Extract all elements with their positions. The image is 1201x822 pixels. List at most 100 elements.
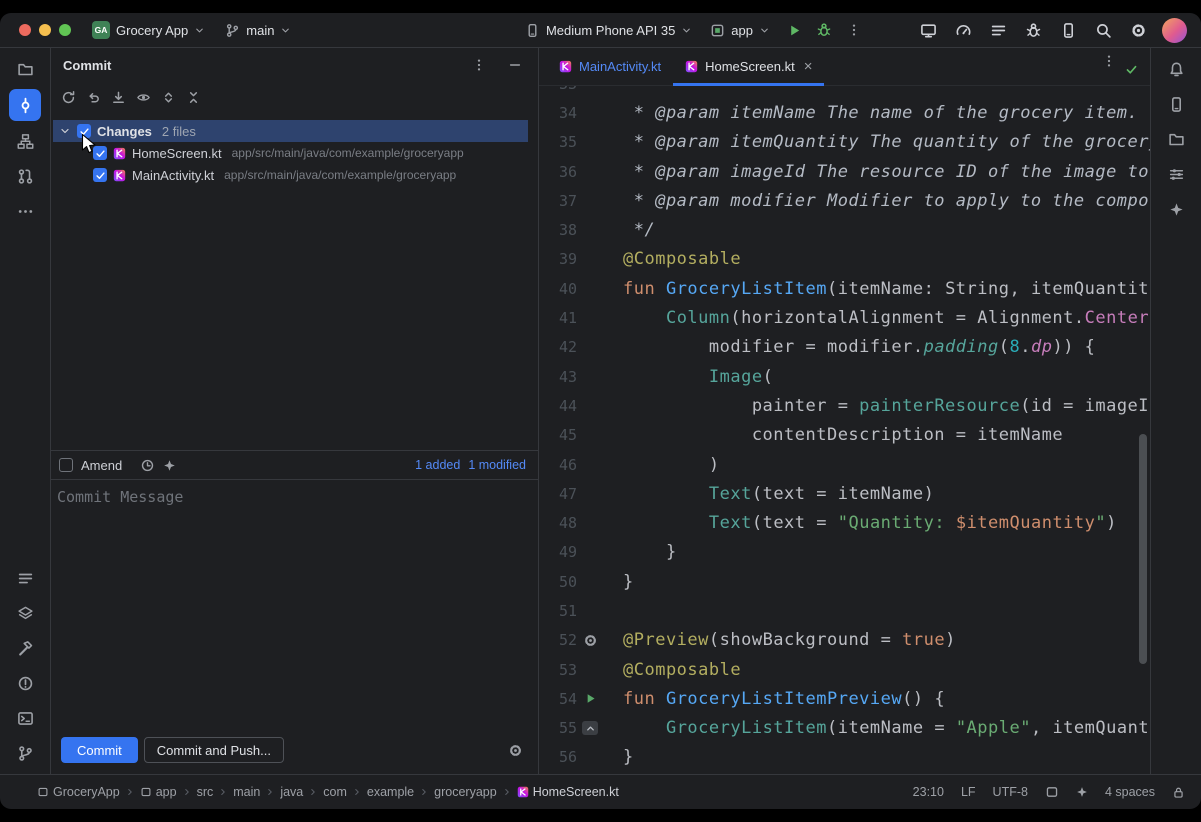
code-line[interactable]: 47 Text(text = itemName) [539, 479, 1150, 508]
code-line[interactable]: 43 Image( [539, 362, 1150, 391]
code-line[interactable]: 42 modifier = modifier.padding(8.dp)) { [539, 333, 1150, 362]
structure-tool-icon[interactable] [10, 126, 40, 156]
breadcrumb-item[interactable]: groceryapp [434, 785, 497, 799]
changes-checkbox[interactable] [77, 124, 91, 138]
monitor-icon[interactable] [1045, 785, 1059, 799]
commit-message-input[interactable] [55, 486, 538, 730]
resource-manager-tool-icon[interactable] [10, 598, 40, 628]
code-line[interactable]: 39@Composable [539, 245, 1150, 274]
run-configuration-selector[interactable]: app [705, 20, 775, 41]
code-line[interactable]: 51 [539, 596, 1150, 625]
code-line[interactable]: 48 Text(text = "Quantity: $itemQuantity"… [539, 508, 1150, 537]
line-separator[interactable]: LF [961, 785, 976, 799]
terminal-tool-icon[interactable] [10, 703, 40, 733]
commit-options-icon[interactable] [468, 54, 490, 76]
file-checkbox[interactable] [93, 146, 107, 160]
run-preview-icon[interactable] [584, 692, 597, 705]
editor-scrollbar[interactable] [1139, 434, 1147, 664]
tab-mainactivity[interactable]: MainActivity.kt [547, 48, 673, 85]
running-devices-icon[interactable] [917, 19, 939, 41]
more-tool-windows-icon[interactable] [10, 196, 40, 226]
device-explorer-tool-icon[interactable] [1161, 124, 1191, 154]
shelve-icon[interactable] [107, 86, 129, 108]
build-variants-tool-icon[interactable] [1161, 159, 1191, 189]
code-line[interactable]: 35 * @param itemQuantity The quantity of… [539, 128, 1150, 157]
rollback-icon[interactable] [82, 86, 104, 108]
indent-setting[interactable]: 4 spaces [1105, 785, 1155, 799]
code-line[interactable]: 37 * @param modifier Modifier to apply t… [539, 186, 1150, 215]
close-window-button[interactable] [19, 24, 31, 36]
code-editor[interactable]: 33 *34 * @param itemName The name of the… [539, 86, 1150, 774]
breadcrumb-item[interactable]: src [197, 785, 214, 799]
code-line[interactable]: 49 } [539, 538, 1150, 567]
logcat-tool-icon[interactable] [10, 563, 40, 593]
chevron-up-icon[interactable] [582, 721, 598, 735]
close-icon[interactable]: × [804, 59, 813, 74]
amend-checkbox[interactable] [59, 458, 73, 472]
code-line[interactable]: 44 painter = painterResource(id = imageI… [539, 391, 1150, 420]
code-line[interactable]: 54fun GroceryListItemPreview() { [539, 684, 1150, 713]
minimize-window-button[interactable] [39, 24, 51, 36]
code-line[interactable]: 38 */ [539, 215, 1150, 244]
file-row-homescreen[interactable]: HomeScreen.kt app/src/main/java/com/exam… [51, 142, 538, 164]
file-row-mainactivity[interactable]: MainActivity.kt app/src/main/java/com/ex… [51, 164, 538, 186]
breadcrumb-item[interactable]: GroceryApp [37, 785, 120, 799]
code-line[interactable]: 36 * @param imageId The resource ID of t… [539, 157, 1150, 186]
logcat-icon[interactable] [987, 19, 1009, 41]
code-line[interactable]: 57 [539, 772, 1150, 774]
notifications-icon[interactable] [1161, 54, 1191, 84]
code-line[interactable]: 33 * [539, 86, 1150, 98]
refresh-icon[interactable] [57, 86, 79, 108]
commit-tool-icon[interactable] [9, 89, 41, 121]
search-icon[interactable] [1092, 19, 1114, 41]
breadcrumb-item[interactable]: example [367, 785, 414, 799]
hide-tool-window-icon[interactable] [504, 54, 526, 76]
pull-requests-tool-icon[interactable] [10, 161, 40, 191]
device-selector[interactable]: Medium Phone API 35 [520, 20, 697, 41]
breadcrumb-item[interactable]: app [140, 785, 177, 799]
code-line[interactable]: 52@Preview(showBackground = true) [539, 626, 1150, 655]
project-tool-icon[interactable] [10, 54, 40, 84]
cursor-position[interactable]: 23:10 [913, 785, 944, 799]
run-button[interactable] [783, 19, 805, 41]
more-actions-icon[interactable] [843, 19, 865, 41]
modified-summary[interactable]: 1 modified [468, 458, 526, 472]
chevron-down-icon[interactable] [59, 125, 71, 137]
code-line[interactable]: 50} [539, 567, 1150, 596]
collapse-all-icon[interactable] [182, 86, 204, 108]
editor-options-icon[interactable] [1102, 54, 1116, 68]
code-line[interactable]: 40fun GroceryListItem(itemName: String, … [539, 274, 1150, 303]
code-line[interactable]: 55 GroceryListItem(itemName = "Apple", i… [539, 714, 1150, 743]
device-manager-icon[interactable] [1057, 19, 1079, 41]
expand-all-icon[interactable] [157, 86, 179, 108]
code-line[interactable]: 46 ) [539, 450, 1150, 479]
commit-settings-icon[interactable] [504, 739, 526, 761]
lock-icon[interactable] [1172, 786, 1185, 799]
tab-homescreen[interactable]: HomeScreen.kt × [673, 48, 824, 85]
changes-group-row[interactable]: Changes 2 files [53, 120, 528, 142]
preview-diff-icon[interactable] [132, 86, 154, 108]
gemini-status-icon[interactable] [1076, 786, 1088, 798]
breadcrumb-item[interactable]: main [233, 785, 260, 799]
code-line[interactable]: 41 Column(horizontalAlignment = Alignmen… [539, 303, 1150, 332]
ai-commit-message-icon[interactable] [163, 459, 176, 472]
file-encoding[interactable]: UTF-8 [993, 785, 1028, 799]
branch-selector[interactable]: main [220, 20, 296, 41]
gemini-tool-icon[interactable] [1161, 194, 1191, 224]
preview-settings-icon[interactable] [583, 633, 598, 648]
code-line[interactable]: 53@Composable [539, 655, 1150, 684]
version-control-tool-icon[interactable] [10, 738, 40, 768]
added-summary[interactable]: 1 added [415, 458, 460, 472]
analysis-ok-icon[interactable] [1125, 63, 1138, 76]
commit-button[interactable]: Commit [61, 737, 138, 763]
problems-tool-icon[interactable] [10, 668, 40, 698]
build-tool-icon[interactable] [10, 633, 40, 663]
project-selector[interactable]: GA Grocery App [87, 18, 210, 42]
device-manager-tool-icon[interactable] [1161, 89, 1191, 119]
code-line[interactable]: 34 * @param itemName The name of the gro… [539, 98, 1150, 127]
settings-icon[interactable] [1127, 19, 1149, 41]
profiler-icon[interactable] [952, 19, 974, 41]
app-quality-insights-icon[interactable] [1022, 19, 1044, 41]
debug-button[interactable] [813, 19, 835, 41]
code-line[interactable]: 56} [539, 743, 1150, 772]
